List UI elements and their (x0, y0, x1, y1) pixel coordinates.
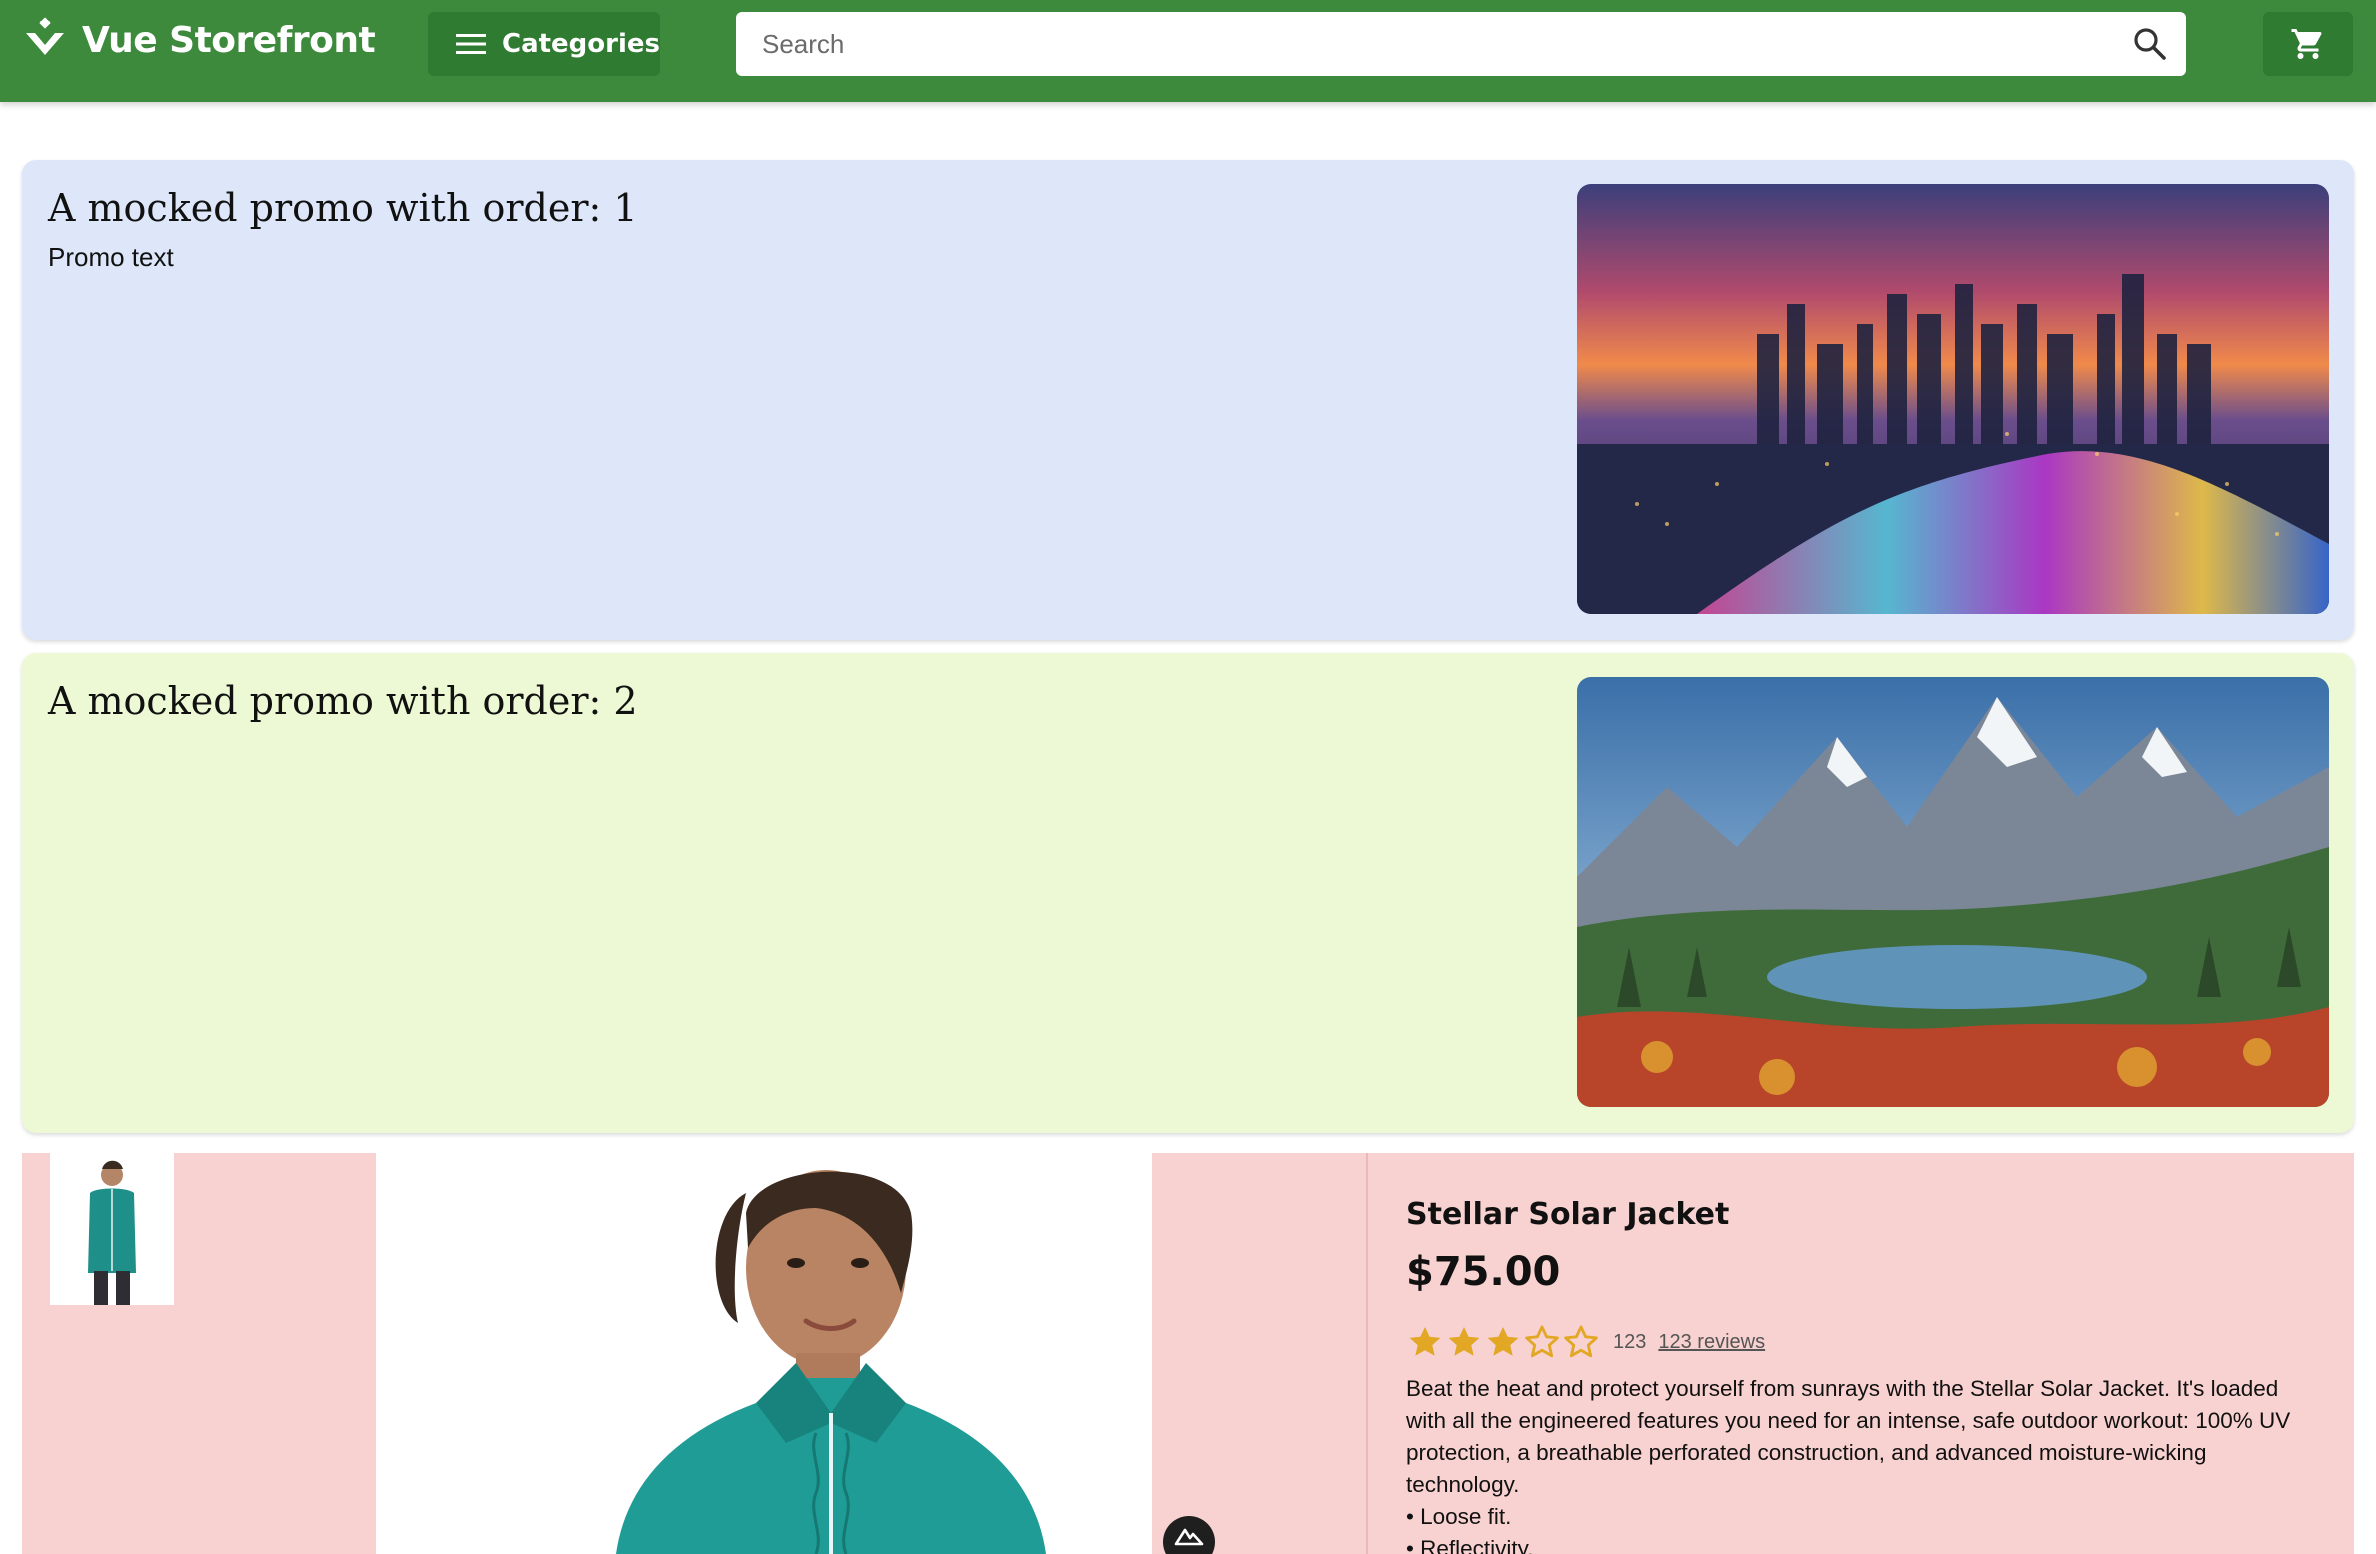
gallery-spacer (1152, 1153, 1366, 1554)
star-filled-icon (1487, 1326, 1519, 1356)
feature-bullet: • Loose fit. (1406, 1504, 1512, 1529)
star-filled-icon (1409, 1326, 1441, 1356)
promo-text: Promo text (48, 242, 174, 272)
top-navbar: Vue Storefront Categories (0, 0, 2376, 102)
promo-banner-1: A mocked promo with order: 1 Promo text (22, 160, 2354, 640)
reviews-link[interactable]: 123 reviews (1658, 1331, 1765, 1354)
promo-banner-2: A mocked promo with order: 2 (22, 653, 2354, 1133)
categories-label: Categories (501, 29, 660, 59)
vue-storefront-logo-icon (26, 17, 64, 55)
star-empty-icon (1564, 1325, 1598, 1358)
product-details-panel: Stellar Solar Jacket $75.00 123 123 revi… (1366, 1153, 2354, 1554)
categories-button[interactable]: Categories (428, 12, 660, 76)
description-text: Beat the heat and protect yourself from … (1406, 1376, 2291, 1497)
star-filled-icon (1448, 1326, 1480, 1356)
product-description: Beat the heat and protect yourself from … (1406, 1373, 2316, 1554)
star-empty-icon (1525, 1325, 1559, 1358)
promo-title: A mocked promo with order: 2 (48, 679, 638, 723)
product-main-image[interactable] (376, 1153, 1152, 1554)
search-icon[interactable] (2132, 26, 2168, 62)
search-input[interactable] (736, 12, 2186, 76)
promo-image-city-skyline (1577, 184, 2329, 614)
feature-bullet: • Reflectivity. (1406, 1536, 1534, 1554)
menu-icon (456, 34, 486, 54)
rating-count: 123 (1613, 1330, 1647, 1353)
cart-button[interactable] (2263, 12, 2353, 76)
product-price: $75.00 (1406, 1249, 1561, 1295)
product-thumbnail[interactable] (50, 1153, 174, 1305)
thumbnail-column (22, 1153, 376, 1554)
shopping-cart-icon (2291, 29, 2322, 59)
promo-image-mountain-landscape (1577, 677, 2329, 1107)
search-bar (736, 12, 2186, 76)
brand-logo[interactable]: Vue Storefront (22, 14, 376, 66)
brand-name: Vue Storefront (82, 19, 376, 61)
product-rating: 123 123 reviews (1406, 1323, 1765, 1361)
product-name: Stellar Solar Jacket (1406, 1197, 1730, 1232)
promo-title: A mocked promo with order: 1 (48, 186, 638, 230)
